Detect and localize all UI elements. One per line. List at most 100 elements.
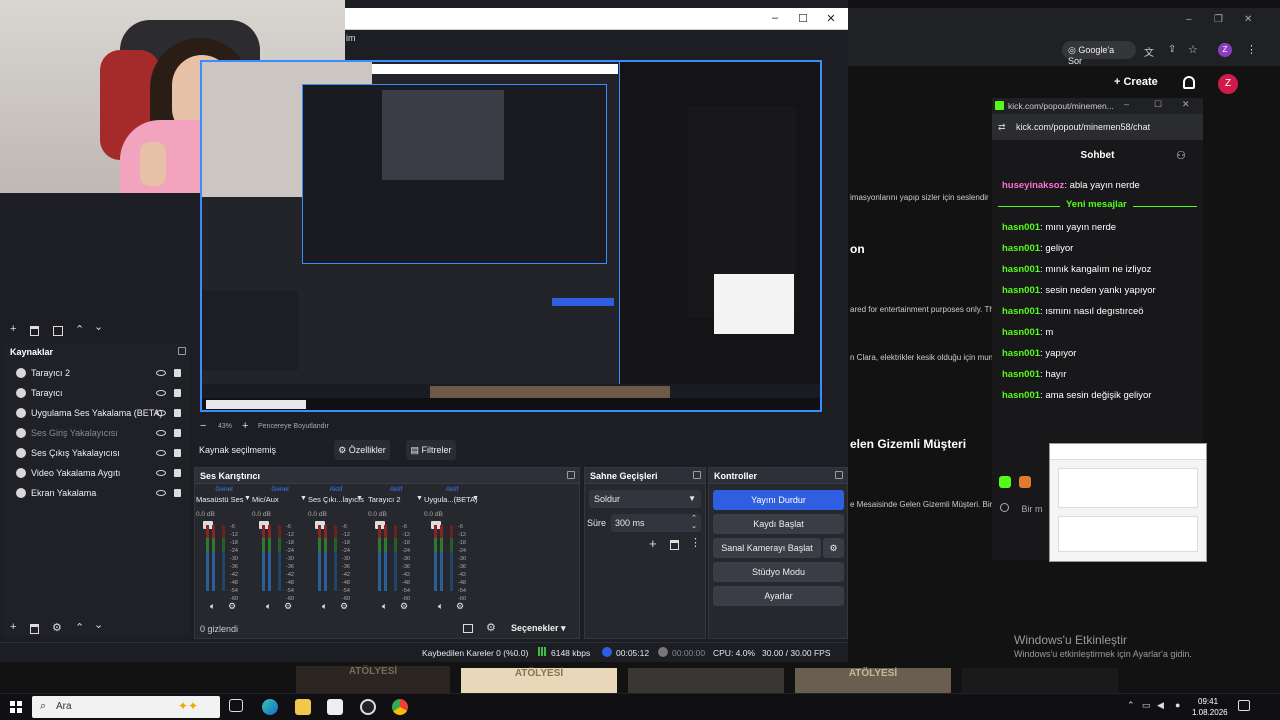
stepper-icon[interactable]: ⌃ ⌄ bbox=[691, 515, 697, 531]
duration-input[interactable]: 300 ms ⌃ ⌄ bbox=[611, 514, 701, 532]
chat-close[interactable]: ✕ bbox=[1182, 99, 1190, 110]
move-down-icon[interactable]: ⌄ bbox=[94, 320, 103, 333]
notifications-icon[interactable] bbox=[1238, 700, 1250, 711]
chat-maximize[interactable]: ☐ bbox=[1154, 99, 1162, 110]
zoom-level[interactable]: 43% bbox=[218, 423, 232, 430]
more-options-icon[interactable]: ⋮ bbox=[690, 536, 701, 549]
site-settings-icon[interactable]: ⇄ bbox=[998, 122, 1006, 133]
add-source-icon[interactable]: + bbox=[10, 621, 16, 633]
source-item[interactable]: Ekran Yakalama bbox=[4, 483, 190, 503]
menu-item-partial[interactable]: im bbox=[346, 33, 356, 43]
speaker-icon[interactable]: 🔈︎ bbox=[210, 601, 215, 612]
source-item[interactable]: Ses Çıkış Yakalayıcısı bbox=[4, 443, 190, 463]
stop-stream-button[interactable]: Yayını Durdur bbox=[713, 490, 844, 510]
gear-icon[interactable]: ⚙ bbox=[228, 601, 236, 612]
settings-button[interactable]: Ayarlar bbox=[713, 586, 844, 606]
chevron-down-icon[interactable]: ▼ bbox=[472, 495, 479, 502]
lock-icon[interactable] bbox=[174, 449, 181, 457]
properties-button[interactable]: ⚙ Özellikler bbox=[334, 440, 390, 460]
chat-username[interactable]: hasn001 bbox=[1002, 243, 1040, 254]
taskbar-search[interactable]: ⌕ Ara ✦✦ bbox=[32, 696, 220, 718]
add-transition-icon[interactable]: + bbox=[649, 536, 657, 551]
chat-username[interactable]: hasn001 bbox=[1002, 264, 1040, 275]
dock-icon[interactable] bbox=[693, 471, 701, 479]
browser-menu-icon[interactable]: ⋮ bbox=[1246, 43, 1257, 56]
speaker-icon[interactable]: 🔈︎ bbox=[322, 601, 327, 612]
mixer-settings-icon[interactable]: ⚙ bbox=[486, 621, 496, 634]
remove-source-icon[interactable] bbox=[30, 624, 39, 634]
studio-mode-button[interactable]: Stüdyo Modu bbox=[713, 562, 844, 582]
volume-icon[interactable]: ◀ bbox=[1157, 700, 1164, 711]
edge-icon[interactable] bbox=[262, 699, 278, 715]
chat-username[interactable]: hasn001 bbox=[1002, 327, 1040, 338]
chevron-down-icon[interactable]: ▼ bbox=[300, 495, 307, 502]
bookmark-star-icon[interactable]: ☆ bbox=[1188, 43, 1198, 56]
minimize-button[interactable]: – bbox=[761, 12, 789, 26]
source-item[interactable]: Tarayıcı bbox=[4, 383, 190, 403]
transition-select[interactable]: Soldur ▼ bbox=[589, 490, 701, 508]
remove-transition-icon[interactable] bbox=[670, 540, 679, 550]
share-icon[interactable]: ⇪ bbox=[1168, 44, 1176, 55]
move-up-icon[interactable]: ⌃ bbox=[75, 323, 84, 336]
chrome-icon[interactable] bbox=[392, 699, 408, 715]
visibility-icon[interactable] bbox=[156, 490, 166, 496]
zoom-minus[interactable]: − bbox=[200, 420, 206, 432]
notification-bell-icon[interactable] bbox=[1183, 76, 1195, 89]
chat-username[interactable]: hasn001 bbox=[1002, 369, 1040, 380]
profile-avatar-small[interactable]: Z bbox=[1218, 43, 1232, 57]
source-item[interactable]: Uygulama Ses Yakalama (BETA) bbox=[4, 403, 190, 423]
tray-chevron-icon[interactable]: ⌃ bbox=[1127, 700, 1135, 711]
gear-icon[interactable]: ⚙ bbox=[456, 601, 464, 612]
browser-restore[interactable]: ❐ bbox=[1214, 14, 1223, 25]
visibility-icon[interactable] bbox=[156, 430, 166, 436]
fit-window-label[interactable]: Pencereye Boyutlandır bbox=[258, 423, 329, 430]
selectors-dropdown[interactable]: Seçenekler ▾ bbox=[511, 623, 566, 634]
start-recording-button[interactable]: Kaydı Başlat bbox=[713, 514, 844, 534]
clock-date[interactable]: 1.08.2026 bbox=[1192, 708, 1228, 717]
chevron-down-icon[interactable]: ▼ bbox=[244, 495, 251, 502]
add-scene-icon[interactable]: + bbox=[10, 323, 16, 335]
translate-icon[interactable]: 文 bbox=[1144, 44, 1154, 59]
source-up-icon[interactable]: ⌃ bbox=[75, 621, 84, 634]
user-avatar[interactable]: Z bbox=[1218, 74, 1238, 94]
chat-username[interactable]: hasn001 bbox=[1002, 285, 1040, 296]
chat-username[interactable]: hasn001 bbox=[1002, 390, 1040, 401]
store-icon[interactable] bbox=[327, 699, 343, 715]
dock-icon[interactable] bbox=[178, 347, 186, 355]
maximize-button[interactable]: ☐ bbox=[789, 12, 817, 26]
lock-icon[interactable] bbox=[174, 429, 181, 437]
gear-icon[interactable]: ⚙ bbox=[400, 601, 408, 612]
chevron-down-icon[interactable]: ▼ bbox=[416, 495, 423, 502]
source-item[interactable]: Ses Giriş Yakalayıcısı bbox=[4, 423, 190, 443]
dock-icon[interactable] bbox=[567, 471, 575, 479]
clock-time[interactable]: 09:41 bbox=[1198, 697, 1218, 706]
task-view-icon[interactable] bbox=[229, 699, 243, 712]
obs-taskbar-icon[interactable] bbox=[360, 699, 376, 715]
mic-icon[interactable]: ● bbox=[1175, 700, 1180, 710]
speaker-icon[interactable]: 🔈︎ bbox=[266, 601, 271, 612]
visibility-icon[interactable] bbox=[156, 470, 166, 476]
start-virtual-camera-button[interactable]: Sanal Kamerayı Başlat bbox=[713, 538, 821, 558]
lock-icon[interactable] bbox=[174, 369, 181, 377]
emote-icon[interactable] bbox=[1000, 503, 1009, 512]
preview-canvas[interactable] bbox=[200, 60, 822, 412]
browser-minimize[interactable]: – bbox=[1186, 14, 1192, 25]
dock-icon[interactable] bbox=[835, 471, 843, 479]
visibility-icon[interactable] bbox=[156, 450, 166, 456]
visibility-icon[interactable] bbox=[156, 370, 166, 376]
lock-icon[interactable] bbox=[174, 469, 181, 477]
speaker-icon[interactable]: 🔈︎ bbox=[382, 601, 387, 612]
close-button[interactable]: ✕ bbox=[817, 12, 845, 26]
browser-close[interactable]: ✕ bbox=[1244, 14, 1252, 25]
gear-icon[interactable]: ⚙ bbox=[284, 601, 292, 612]
zoom-plus[interactable]: + bbox=[242, 420, 248, 432]
source-item[interactable]: Video Yakalama Aygıtı bbox=[4, 463, 190, 483]
source-settings-icon[interactable]: ⚙ bbox=[52, 621, 62, 634]
layout-icon[interactable] bbox=[463, 624, 473, 633]
scene-filter-icon[interactable] bbox=[53, 326, 63, 336]
visibility-icon[interactable] bbox=[156, 410, 166, 416]
lock-icon[interactable] bbox=[174, 389, 181, 397]
source-item[interactable]: Tarayıcı 2 bbox=[4, 363, 190, 383]
chat-url[interactable]: kick.com/popout/minemen58/chat bbox=[1016, 122, 1150, 132]
google-ask-button[interactable]: ◎ Google'a Sor bbox=[1062, 41, 1136, 66]
